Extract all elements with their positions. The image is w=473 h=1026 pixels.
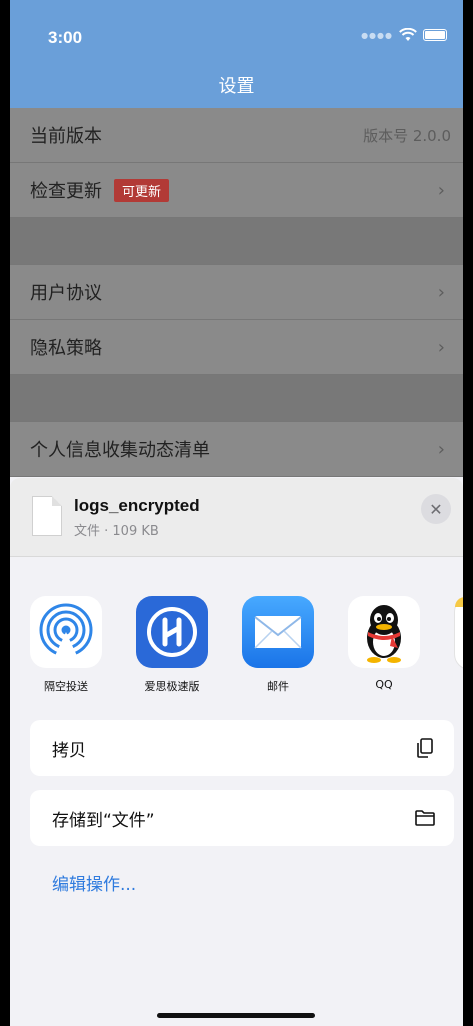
- edit-actions-link[interactable]: 编辑操作...: [52, 870, 136, 895]
- share-app-label: 爱思极速版: [144, 680, 200, 693]
- settings-list: 当前版本 版本号 2.0.0 检查更新 可更新 › 用户协议 › 隐私策略 › …: [10, 108, 463, 477]
- update-badge: 可更新: [114, 178, 170, 202]
- chevron-right-icon: ›: [437, 179, 445, 201]
- share-apps-row: 隔空投送 爱思极速版 邮件 QQ: [10, 596, 463, 696]
- copy-icon: [417, 738, 433, 758]
- qq-icon: [348, 596, 420, 668]
- battery-icon: [423, 29, 447, 41]
- current-version-label: 当前版本: [30, 126, 102, 147]
- settings-row-check-update[interactable]: 检查更新 可更新 ›: [10, 163, 463, 218]
- home-indicator[interactable]: [157, 1013, 315, 1018]
- nav-bar: 设置: [10, 58, 463, 108]
- save-to-files-label: 存储到“文件”: [52, 810, 155, 831]
- page-title: 设置: [218, 76, 255, 97]
- version-value: 版本号 2.0.0: [363, 126, 451, 145]
- chevron-right-icon: ›: [437, 336, 445, 358]
- chevron-right-icon: ›: [437, 438, 445, 460]
- share-app-label: 隔空投送: [44, 680, 88, 693]
- file-name: logs_encrypted: [74, 496, 200, 515]
- share-app-qq[interactable]: QQ: [344, 596, 424, 691]
- settings-row-privacy-policy[interactable]: 隐私策略 ›: [10, 320, 463, 375]
- settings-row-user-agreement[interactable]: 用户协议 ›: [10, 265, 463, 320]
- phone-screen: 3:00 ●●●● 设置 当前版本 版本号 2.0.0 检查更新 可更新 › 用…: [10, 0, 463, 1026]
- status-icons: ●●●●: [361, 28, 447, 42]
- aisi-icon: [136, 596, 208, 668]
- save-to-files-action[interactable]: 存储到“文件”: [30, 790, 454, 846]
- status-time: 3:00: [48, 28, 83, 47]
- close-icon: ✕: [429, 499, 443, 519]
- personal-info-label: 个人信息收集动态清单: [30, 440, 210, 461]
- share-app-label: QQ: [375, 678, 393, 691]
- copy-label: 拷贝: [52, 740, 86, 761]
- copy-action[interactable]: 拷贝: [30, 720, 454, 776]
- user-agreement-label: 用户协议: [30, 283, 102, 304]
- share-app-mail[interactable]: 邮件: [238, 596, 318, 694]
- signal-icon: ●●●●: [361, 30, 393, 40]
- folder-icon: [415, 810, 435, 826]
- document-icon: [32, 496, 62, 536]
- share-app-label: 邮件: [267, 680, 289, 693]
- privacy-policy-label: 隐私策略: [30, 338, 102, 359]
- chevron-right-icon: ›: [437, 281, 445, 303]
- wifi-icon: [399, 28, 417, 41]
- share-app-aisi[interactable]: 爱思极速版: [132, 596, 212, 694]
- airdrop-icon: [30, 596, 102, 668]
- share-app-airdrop[interactable]: 隔空投送: [26, 596, 106, 694]
- close-button[interactable]: ✕: [421, 494, 451, 524]
- share-sheet: logs_encrypted 文件 · 109 KB ✕ 隔空投送 爱思极速版 …: [10, 478, 463, 1026]
- check-update-label: 检查更新: [30, 181, 102, 202]
- settings-row-personal-info[interactable]: 个人信息收集动态清单 ›: [10, 422, 463, 477]
- section-spacer: [10, 218, 463, 265]
- section-spacer: [10, 375, 463, 422]
- mail-icon: [242, 596, 314, 668]
- file-meta: 文件 · 109 KB: [74, 524, 159, 539]
- share-app-notes-partial[interactable]: [454, 596, 463, 670]
- share-file-header: logs_encrypted 文件 · 109 KB ✕: [10, 478, 463, 557]
- settings-row-current-version: 当前版本 版本号 2.0.0: [10, 108, 463, 163]
